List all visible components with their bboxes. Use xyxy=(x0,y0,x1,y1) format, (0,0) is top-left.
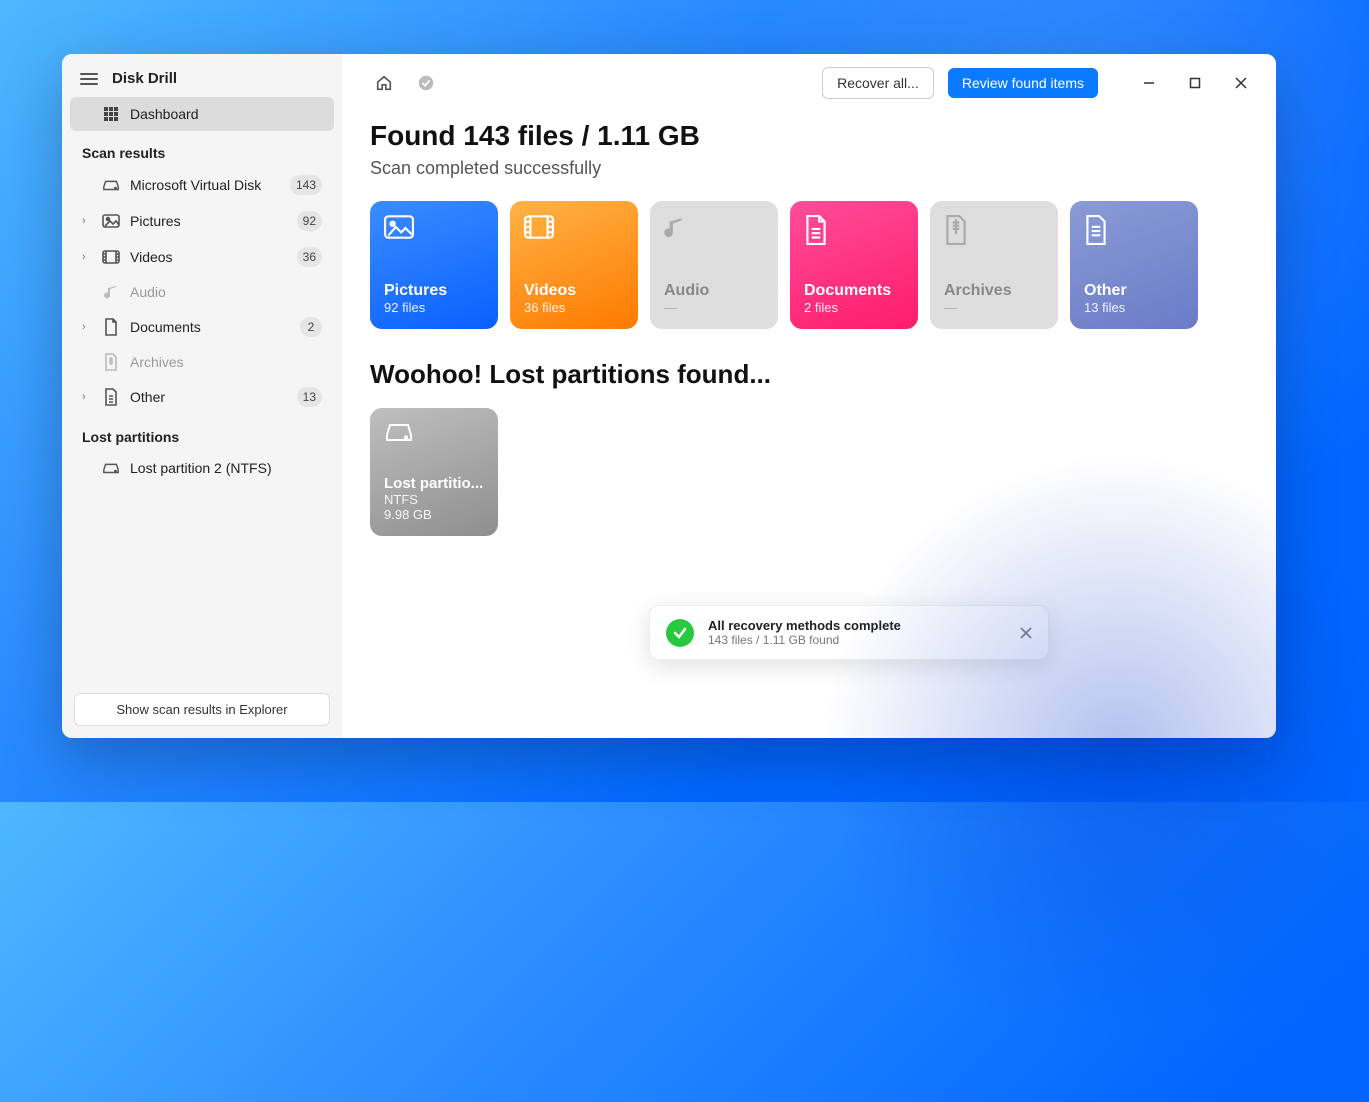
partitions-heading: Woohoo! Lost partitions found... xyxy=(370,359,1276,390)
status-check-icon[interactable] xyxy=(412,69,440,97)
section-lost-partitions: Lost partitions xyxy=(62,415,342,451)
disk-icon xyxy=(102,176,120,194)
sidebar-header: Disk Drill xyxy=(62,54,342,97)
nav-disk-count: 143 xyxy=(290,175,322,195)
results-subheading: Scan completed successfully xyxy=(370,158,1276,179)
nav-documents-count: 2 xyxy=(300,317,322,337)
section-scan-results: Scan results xyxy=(62,131,342,167)
nav-lost-partition-label: Lost partition 2 (NTFS) xyxy=(130,460,322,476)
tile-other-sub: 13 files xyxy=(1084,300,1184,315)
nav-lost-partition[interactable]: Lost partition 2 (NTFS) xyxy=(70,451,334,485)
tile-videos-sub: 36 files xyxy=(524,300,624,315)
sidebar-footer: Show scan results in Explorer xyxy=(62,681,342,738)
toast-title: All recovery methods complete xyxy=(708,618,901,633)
main-panel: Recover all... Review found items Found … xyxy=(342,54,1276,738)
window-controls xyxy=(1126,67,1264,99)
nav-other-count: 13 xyxy=(297,387,322,407)
tile-audio-sub: — xyxy=(664,300,764,315)
nav-audio[interactable]: Audio xyxy=(70,275,334,309)
nav-audio-label: Audio xyxy=(130,284,322,300)
chevron-right-icon: › xyxy=(82,251,92,263)
nav-other[interactable]: › Other 13 xyxy=(70,379,334,415)
film-icon xyxy=(524,215,552,243)
tile-lost-partition[interactable]: Lost partitio... NTFS 9.98 GB xyxy=(370,408,498,536)
disk-icon xyxy=(102,459,120,477)
partition-title: Lost partitio... xyxy=(384,475,484,492)
tile-documents-title: Documents xyxy=(804,282,904,300)
disk-icon xyxy=(384,422,484,442)
tile-archives-sub: — xyxy=(944,300,1044,315)
recover-all-button[interactable]: Recover all... xyxy=(822,67,934,99)
nav-pictures[interactable]: › Pictures 92 xyxy=(70,203,334,239)
toast-subtitle: 143 files / 1.11 GB found xyxy=(708,633,901,647)
chevron-right-icon: › xyxy=(82,321,92,333)
document-icon xyxy=(102,318,120,336)
nav-pictures-count: 92 xyxy=(297,211,322,231)
tile-pictures[interactable]: Pictures 92 files xyxy=(370,201,498,329)
toast-close-icon[interactable] xyxy=(1020,627,1032,639)
tile-other[interactable]: Other 13 files xyxy=(1070,201,1198,329)
tile-pictures-sub: 92 files xyxy=(384,300,484,315)
nav-videos-label: Videos xyxy=(130,249,287,265)
tile-documents[interactable]: Documents 2 files xyxy=(790,201,918,329)
review-found-items-button[interactable]: Review found items xyxy=(948,68,1098,98)
tile-videos-title: Videos xyxy=(524,282,624,300)
nav-dashboard-label: Dashboard xyxy=(130,106,322,122)
film-icon xyxy=(102,248,120,266)
partition-size: 9.98 GB xyxy=(384,507,484,522)
close-button[interactable] xyxy=(1218,67,1264,99)
tile-videos[interactable]: Videos 36 files xyxy=(510,201,638,329)
tile-audio: Audio — xyxy=(650,201,778,329)
chevron-right-icon: › xyxy=(82,215,92,227)
topbar: Recover all... Review found items xyxy=(370,54,1276,112)
image-icon xyxy=(102,212,120,230)
tile-pictures-title: Pictures xyxy=(384,282,484,300)
menu-icon[interactable] xyxy=(80,73,98,85)
partition-fs: NTFS xyxy=(384,492,484,507)
nav-videos-count: 36 xyxy=(297,247,322,267)
archive-icon xyxy=(944,215,972,243)
nav-videos[interactable]: › Videos 36 xyxy=(70,239,334,275)
archive-icon xyxy=(102,353,120,371)
toast-notification: All recovery methods complete 143 files … xyxy=(649,605,1049,660)
nav-documents-label: Documents xyxy=(130,319,290,335)
minimize-button[interactable] xyxy=(1126,67,1172,99)
nav-pictures-label: Pictures xyxy=(130,213,287,229)
tile-archives-title: Archives xyxy=(944,282,1044,300)
app-window: Disk Drill Dashboard Scan results Micros… xyxy=(62,54,1276,738)
document-icon xyxy=(804,215,832,243)
music-icon xyxy=(664,215,692,243)
file-icon xyxy=(1084,215,1112,243)
maximize-button[interactable] xyxy=(1172,67,1218,99)
show-in-explorer-button[interactable]: Show scan results in Explorer xyxy=(74,693,330,726)
category-tiles: Pictures 92 files Videos 36 files Au xyxy=(370,201,1276,329)
nav-other-label: Other xyxy=(130,389,287,405)
results-heading: Found 143 files / 1.11 GB xyxy=(370,120,1276,152)
nav-archives-label: Archives xyxy=(130,354,322,370)
app-title: Disk Drill xyxy=(112,70,177,87)
tile-other-title: Other xyxy=(1084,282,1184,300)
tile-archives: Archives — xyxy=(930,201,1058,329)
chevron-right-icon: › xyxy=(82,391,92,403)
tile-documents-sub: 2 files xyxy=(804,300,904,315)
sidebar: Disk Drill Dashboard Scan results Micros… xyxy=(62,54,342,738)
check-icon xyxy=(666,619,694,647)
home-icon[interactable] xyxy=(370,69,398,97)
nav-disk[interactable]: Microsoft Virtual Disk 143 xyxy=(70,167,334,203)
image-icon xyxy=(384,215,412,243)
grid-icon xyxy=(102,105,120,123)
tile-audio-title: Audio xyxy=(664,282,764,300)
nav-documents[interactable]: › Documents 2 xyxy=(70,309,334,345)
file-icon xyxy=(102,388,120,406)
music-icon xyxy=(102,283,120,301)
nav-archives[interactable]: Archives xyxy=(70,345,334,379)
nav-dashboard[interactable]: Dashboard xyxy=(70,97,334,131)
nav-disk-label: Microsoft Virtual Disk xyxy=(130,177,280,193)
